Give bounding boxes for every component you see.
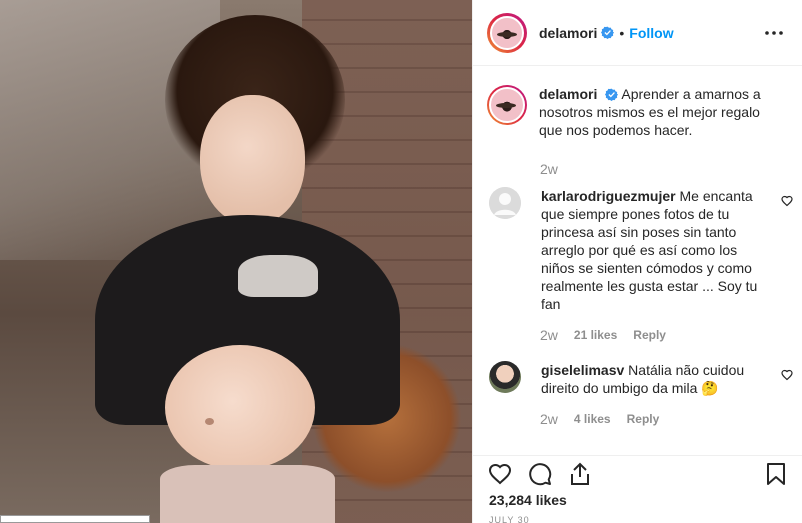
caption-username[interactable]: delamori bbox=[539, 86, 597, 102]
child-belly bbox=[165, 345, 315, 470]
likes-count[interactable]: 23,284 likes bbox=[489, 492, 567, 508]
comment-likes[interactable]: 4 likes bbox=[574, 412, 611, 426]
child-face bbox=[200, 95, 305, 225]
comment-body: giselelimasv Natália não cuidou direito … bbox=[541, 361, 787, 397]
follow-button[interactable]: Follow bbox=[629, 25, 673, 41]
caption-meta: 2w bbox=[540, 161, 787, 177]
comment-meta: 2w 21 likes Reply bbox=[540, 327, 787, 343]
comment-like-icon[interactable] bbox=[781, 369, 793, 381]
comment-time[interactable]: 2w bbox=[540, 411, 558, 427]
caption-body: delamori Aprender a amarnos a nosotros m… bbox=[539, 85, 787, 139]
comment-meta: 2w 4 likes Reply bbox=[540, 411, 787, 427]
child-pants bbox=[160, 465, 335, 523]
author-avatar[interactable] bbox=[487, 12, 527, 53]
comment-avatar[interactable] bbox=[489, 187, 521, 219]
more-options-icon[interactable] bbox=[762, 21, 786, 45]
comment-body: karlarodriguezmujer Me encanta que siemp… bbox=[541, 187, 787, 313]
post-photo[interactable] bbox=[0, 0, 472, 523]
verified-badge-icon bbox=[605, 88, 619, 101]
post-header: delamori • Follow bbox=[473, 0, 802, 66]
comment-likes[interactable]: 21 likes bbox=[574, 328, 617, 342]
like-icon[interactable] bbox=[487, 461, 513, 487]
navel bbox=[205, 418, 214, 425]
reply-button[interactable]: Reply bbox=[627, 412, 660, 426]
avatar-image bbox=[490, 15, 524, 50]
bookmark-icon[interactable] bbox=[763, 461, 789, 487]
comment-avatar[interactable] bbox=[489, 361, 521, 393]
avatar-image bbox=[489, 87, 525, 123]
caption-comment: delamori Aprender a amarnos a nosotros m… bbox=[487, 85, 787, 139]
caption-time[interactable]: 2w bbox=[540, 161, 558, 177]
photo-watermark-strip bbox=[0, 515, 150, 523]
caption-avatar[interactable] bbox=[487, 85, 527, 125]
share-icon[interactable] bbox=[567, 461, 593, 487]
verified-badge-icon bbox=[601, 26, 615, 39]
comment-icon[interactable] bbox=[527, 461, 553, 487]
author-username[interactable]: delamori bbox=[539, 25, 597, 41]
comment-text: Me encanta que siempre pones fotos de tu… bbox=[541, 188, 758, 312]
comment-username[interactable]: giselelimasv bbox=[541, 362, 624, 378]
reply-button[interactable]: Reply bbox=[633, 328, 666, 342]
post-panel: delamori • Follow delamori Aprender a am… bbox=[472, 0, 802, 523]
comment-time[interactable]: 2w bbox=[540, 327, 558, 343]
comments-list[interactable]: delamori Aprender a amarnos a nosotros m… bbox=[473, 67, 802, 452]
post-actions bbox=[473, 455, 802, 491]
post-date: JULY 30 bbox=[489, 515, 530, 523]
separator-dot: • bbox=[619, 24, 625, 41]
comment-item: karlarodriguezmujer Me encanta que siemp… bbox=[487, 187, 793, 313]
comment-item: giselelimasv Natália não cuidou direito … bbox=[487, 361, 793, 397]
shirt-print bbox=[238, 255, 318, 297]
comment-username[interactable]: karlarodriguezmujer bbox=[541, 188, 676, 204]
default-avatar-icon bbox=[489, 187, 521, 219]
comment-like-icon[interactable] bbox=[781, 195, 793, 207]
